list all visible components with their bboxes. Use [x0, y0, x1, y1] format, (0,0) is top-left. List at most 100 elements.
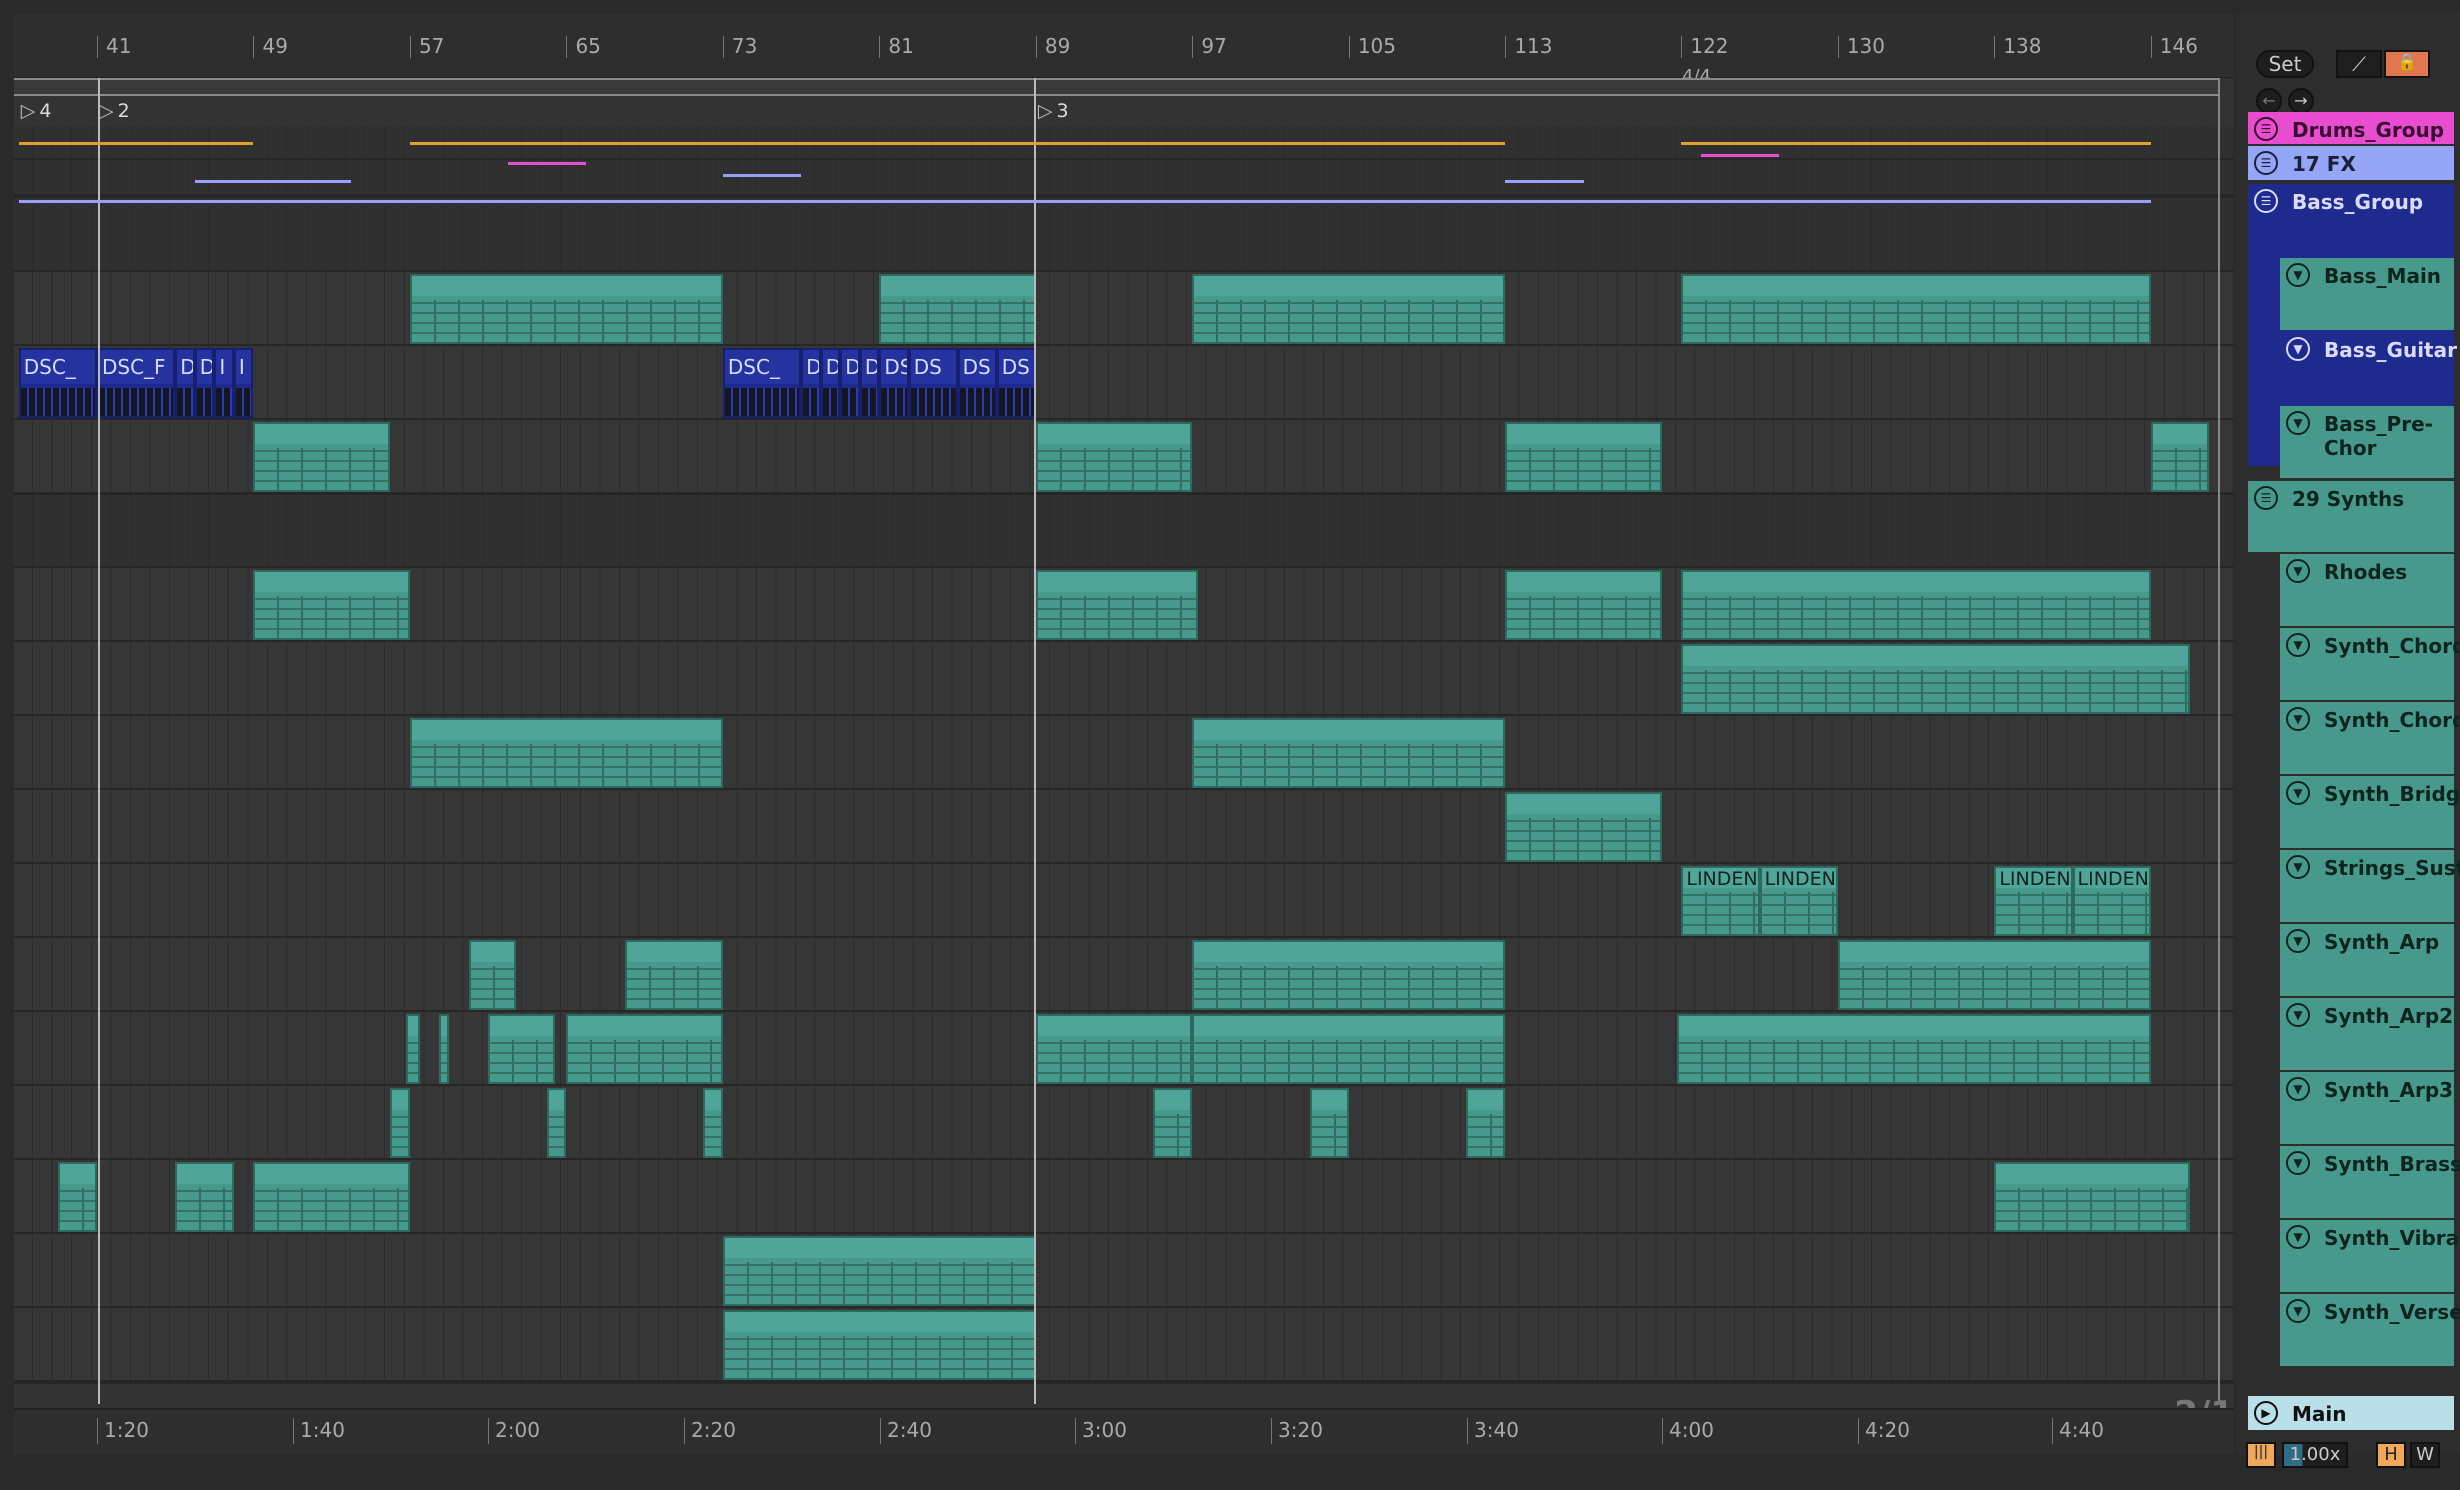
track-header-synth-bridge[interactable]: ▼ Synth_Bridge [2280, 776, 2460, 848]
clip[interactable]: D [840, 348, 860, 418]
forward-arrow-icon[interactable]: → [2288, 88, 2314, 114]
clip[interactable] [1505, 422, 1662, 492]
clip[interactable] [57, 1162, 97, 1232]
track-header-synth-chords2[interactable]: ▼ Synth_Chords2 [2280, 702, 2460, 774]
automation-line[interactable] [722, 174, 802, 177]
automation-line[interactable] [18, 142, 254, 145]
fold-arrow-icon[interactable]: ▼ [2286, 1299, 2310, 1323]
clip[interactable]: DS [908, 348, 958, 418]
clip[interactable]: D [820, 348, 841, 418]
clip[interactable] [1837, 940, 2151, 1010]
clip[interactable]: I [233, 348, 254, 418]
fold-arrow-icon[interactable]: ▼ [2286, 929, 2310, 953]
clip[interactable] [1035, 1014, 1193, 1084]
track-header-strings-sustai[interactable]: ▼ Strings_Sustai [2280, 850, 2460, 922]
track-header-rhodes[interactable]: ▼ Rhodes [2280, 554, 2454, 626]
clip[interactable] [253, 422, 391, 492]
clip[interactable] [1681, 644, 2190, 714]
clip[interactable]: I [214, 348, 234, 418]
track-header-synth-arp[interactable]: ▼ Synth_Arp [2280, 924, 2454, 996]
clip[interactable] [488, 1014, 555, 1084]
track-header-main[interactable]: ▶ Main [2248, 1396, 2454, 1430]
clip[interactable] [1466, 1088, 1506, 1158]
fold-arrow-icon[interactable]: ▼ [2286, 855, 2310, 879]
clip[interactable]: LINDEN [1759, 866, 1838, 936]
track-lane[interactable] [14, 1234, 2234, 1310]
group-fold-icon[interactable]: ☰ [2254, 151, 2278, 175]
fold-arrow-icon[interactable]: ▼ [2286, 263, 2310, 287]
clip[interactable] [468, 940, 516, 1010]
fold-arrow-icon[interactable]: ▼ [2286, 1225, 2310, 1249]
track-lane[interactable] [14, 272, 2234, 348]
clip[interactable] [1681, 570, 2151, 640]
track-header-drums-group[interactable]: ☰ Drums_Group [2248, 112, 2454, 144]
fold-arrow-icon[interactable]: ▼ [2286, 337, 2310, 361]
track-lane[interactable]: LINDEN LINDEN LINDEN LINDEN [14, 864, 2234, 940]
track-lane[interactable]: DSC_DSC_FDDIIDSC_DDDDDSDSDSDS [14, 346, 2234, 422]
clip[interactable] [1035, 570, 1199, 640]
back-arrow-icon[interactable]: ← [2256, 88, 2282, 114]
track-header-bass-guitar[interactable]: ▼ Bass_Guitar [2280, 332, 2457, 404]
lock-icon[interactable]: 🔒 [2384, 50, 2430, 78]
locator[interactable]: 2 [99, 100, 130, 122]
track-lane[interactable] [14, 420, 2234, 496]
track-header-synth-vibrate[interactable]: ▼ Synth_Vibrate [2280, 1220, 2460, 1292]
clip[interactable] [409, 274, 723, 344]
track-lane[interactable] [14, 716, 2234, 792]
w-button[interactable]: W [2410, 1442, 2440, 1468]
clip[interactable] [253, 570, 410, 640]
fold-arrow-icon[interactable]: ▼ [2286, 633, 2310, 657]
clip[interactable] [566, 1014, 723, 1084]
clip[interactable] [1309, 1088, 1349, 1158]
group-fold-icon[interactable]: ☰ [2254, 486, 2278, 510]
clip[interactable]: LINDEN [2072, 866, 2151, 936]
automation-line[interactable] [409, 142, 1506, 145]
clip[interactable] [1192, 718, 1506, 788]
track-header-synth-chords[interactable]: ▼ Synth_Chords [2280, 628, 2460, 700]
clip[interactable] [409, 718, 723, 788]
clip[interactable] [1681, 274, 2151, 344]
clip[interactable] [175, 1162, 234, 1232]
fold-arrow-icon[interactable]: ▼ [2286, 1003, 2310, 1027]
track-lane[interactable] [14, 568, 2234, 644]
clip[interactable] [703, 1088, 723, 1158]
clip[interactable] [1192, 1014, 1506, 1084]
clip[interactable] [722, 1236, 1036, 1306]
clip[interactable] [1153, 1088, 1193, 1158]
automation-line[interactable] [1700, 154, 1780, 157]
clip[interactable]: DS [996, 348, 1036, 418]
track-header-synth-verse[interactable]: ▼ Synth_Verse [2280, 1294, 2460, 1366]
tempo-scale[interactable]: 1.00x [2282, 1442, 2348, 1468]
clip[interactable] [546, 1088, 567, 1158]
track-lane[interactable] [14, 790, 2234, 866]
fold-arrow-icon[interactable]: ▼ [2286, 411, 2310, 435]
clip[interactable] [1677, 1014, 2151, 1084]
track-header-bass-main[interactable]: ▼ Bass_Main [2280, 258, 2454, 330]
track-header-synth-arp3[interactable]: ▼ Synth_Arp3 [2280, 1072, 2454, 1144]
automation-line[interactable] [194, 180, 352, 183]
track-lane[interactable] [14, 938, 2234, 1014]
track-lane[interactable] [14, 1012, 2234, 1088]
clip[interactable] [1192, 274, 1506, 344]
clip[interactable]: DS [957, 348, 997, 418]
track-lane[interactable] [14, 1086, 2234, 1162]
clip[interactable]: D [859, 348, 880, 418]
time-ruler[interactable]: 1:20 1:40 2:00 2:20 2:40 3:00 3:20 3:40 4:00 4:20… [14, 1408, 2234, 1454]
automation-line[interactable] [507, 162, 586, 165]
clip[interactable]: D [801, 348, 821, 418]
track-header-17-fx[interactable]: ☰ 17 FX [2248, 146, 2454, 180]
group-fold-icon[interactable]: ☰ [2254, 189, 2278, 213]
track-lane[interactable] [14, 160, 2234, 198]
fold-arrow-icon[interactable]: ▼ [2286, 781, 2310, 805]
clip[interactable] [1505, 570, 1662, 640]
group-fold-icon[interactable]: ☰ [2254, 117, 2278, 141]
set-button[interactable]: Set [2256, 50, 2314, 78]
track-lane[interactable] [14, 495, 2234, 570]
fold-arrow-icon[interactable]: ▼ [2286, 559, 2310, 583]
locator[interactable]: 4 [21, 100, 51, 122]
automation-line[interactable] [1505, 180, 1584, 183]
draw-mode-icon[interactable]: ⟋ [2336, 50, 2382, 78]
clip[interactable] [1505, 792, 1662, 862]
clip[interactable]: LINDEN [1681, 866, 1760, 936]
track-header-synth-arp2[interactable]: ▼ Synth_Arp2 [2280, 998, 2454, 1070]
